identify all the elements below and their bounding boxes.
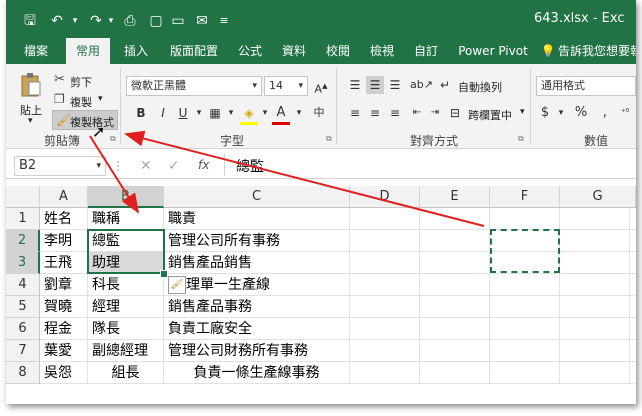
arrow-to-format-painter xyxy=(124,130,485,227)
arrow-to-b-column xyxy=(89,135,140,214)
excel-window: 🖫 ↶ ▾ ↷ ▾ ⎙ ▢ ▭ ✉ ≡ 643.xlsx - Exc 檔案 常用… xyxy=(6,0,636,404)
annotation-arrows xyxy=(89,130,485,227)
